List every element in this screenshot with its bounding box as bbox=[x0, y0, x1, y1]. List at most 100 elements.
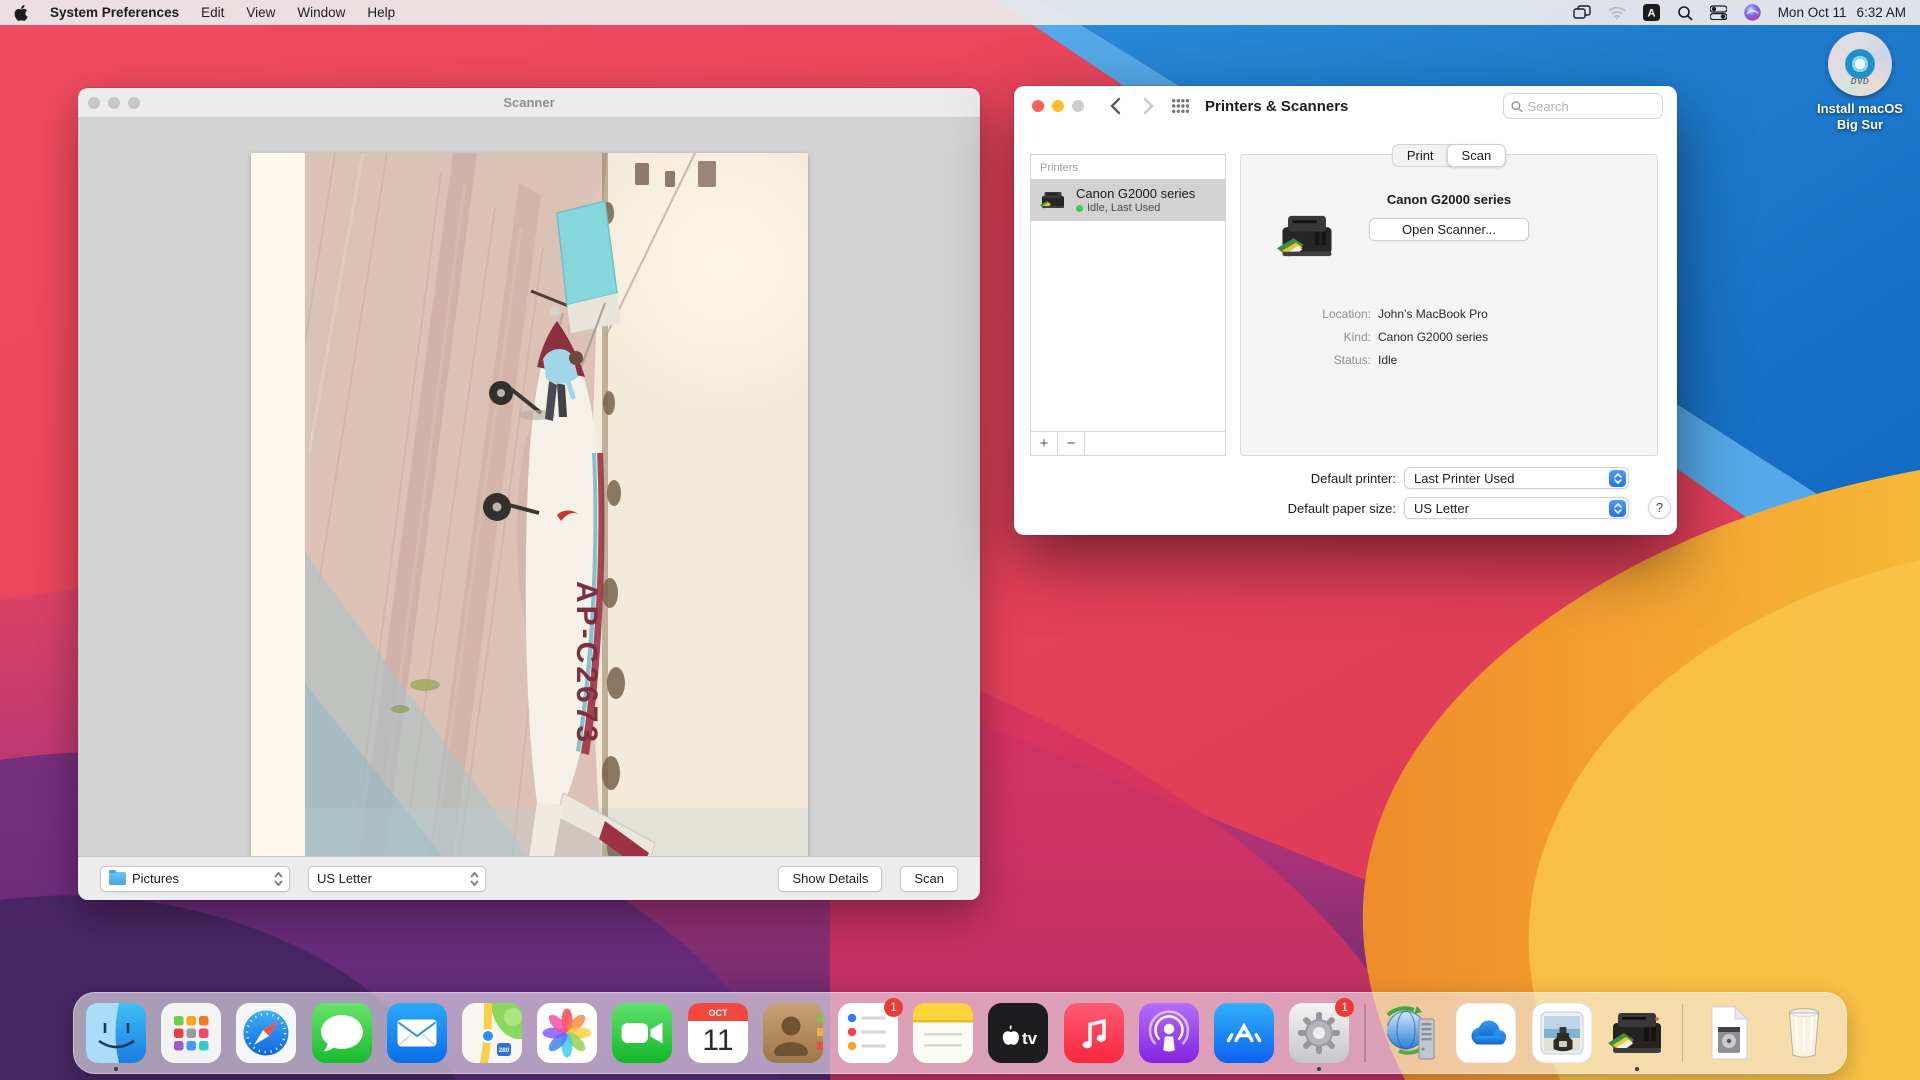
printer-name: Canon G2000 series bbox=[1076, 186, 1195, 201]
zoom-button[interactable] bbox=[128, 97, 140, 109]
spotlight-icon[interactable] bbox=[1677, 0, 1693, 25]
dock-notes-icon[interactable] bbox=[913, 1003, 973, 1063]
displays-icon[interactable] bbox=[1573, 0, 1591, 25]
siri-icon[interactable] bbox=[1744, 0, 1761, 25]
search-field[interactable] bbox=[1503, 93, 1663, 119]
dock-contacts-icon[interactable] bbox=[763, 1003, 823, 1063]
add-printer-button[interactable]: + bbox=[1031, 432, 1058, 455]
search-input[interactable] bbox=[1528, 99, 1655, 114]
dock-appstore-icon[interactable] bbox=[1214, 1003, 1274, 1063]
status-label: Status: bbox=[1241, 353, 1371, 367]
svg-text:tv: tv bbox=[1022, 1029, 1038, 1048]
printer-status: Idle, Last Used bbox=[1087, 202, 1160, 214]
menu-window[interactable]: Window bbox=[297, 5, 345, 20]
scanned-page: AP-C2673 bbox=[251, 153, 808, 856]
apple-menu-icon[interactable] bbox=[14, 0, 28, 25]
dock-mail-icon[interactable] bbox=[387, 1003, 447, 1063]
dock-netserver-icon[interactable] bbox=[1381, 1003, 1441, 1063]
dock-divider bbox=[1364, 1004, 1366, 1062]
paper-size-value: US Letter bbox=[317, 871, 470, 886]
forward-button[interactable] bbox=[1143, 97, 1154, 115]
dock-trash-icon[interactable] bbox=[1774, 1003, 1834, 1063]
aircraft-registration: AP-C2673 bbox=[570, 581, 603, 745]
dock-maps-icon[interactable]: 280 bbox=[462, 1003, 522, 1063]
scan-destination-select[interactable]: Pictures bbox=[100, 866, 290, 892]
dock-appletv-icon[interactable]: tv bbox=[988, 1003, 1048, 1063]
back-button[interactable] bbox=[1110, 97, 1121, 115]
tab-scan[interactable]: Scan bbox=[1447, 144, 1507, 167]
scanned-photo: AP-C2673 bbox=[305, 153, 808, 856]
menu-edit[interactable]: Edit bbox=[201, 5, 224, 20]
dock-calendar-icon[interactable]: OCT 11 bbox=[688, 1003, 748, 1063]
open-scanner-button[interactable]: Open Scanner... bbox=[1369, 218, 1529, 241]
dock-photos-icon[interactable] bbox=[537, 1003, 597, 1063]
control-center-icon[interactable] bbox=[1710, 0, 1727, 25]
close-button[interactable] bbox=[1032, 100, 1044, 112]
printer-icon bbox=[1037, 187, 1069, 213]
dock-scanutility-icon[interactable] bbox=[1532, 1003, 1592, 1063]
menu-bar: System Preferences Edit View Window Help… bbox=[0, 0, 1920, 25]
scan-button[interactable]: Scan bbox=[900, 866, 958, 892]
dock-facetime-icon[interactable] bbox=[612, 1003, 672, 1063]
location-value: John’s MacBook Pro bbox=[1378, 307, 1488, 321]
printers-scanners-window: Printers & Scanners Printers Canon G2000 bbox=[1014, 86, 1677, 535]
default-paper-size-select[interactable]: US Letter bbox=[1404, 497, 1629, 519]
dock-reminders-icon[interactable]: 1 bbox=[838, 1003, 898, 1063]
close-button[interactable] bbox=[88, 97, 100, 109]
dock-music-icon[interactable] bbox=[1064, 1003, 1124, 1063]
running-indicator bbox=[114, 1067, 118, 1071]
stepper-icon bbox=[470, 871, 479, 887]
dock-canonprinter-icon[interactable] bbox=[1607, 1003, 1667, 1063]
dock-messages-icon[interactable] bbox=[312, 1003, 372, 1063]
zoom-button[interactable] bbox=[1072, 100, 1084, 112]
dock-launchpad-icon[interactable] bbox=[161, 1003, 221, 1063]
dock-finder-icon[interactable] bbox=[86, 1003, 146, 1063]
scanner-titlebar[interactable]: Scanner bbox=[78, 88, 980, 118]
status-dot-icon bbox=[1076, 205, 1083, 212]
status-value: Idle bbox=[1378, 353, 1397, 367]
printer-list-item[interactable]: Canon G2000 series Idle, Last Used bbox=[1031, 179, 1225, 221]
dvd-label: DVD bbox=[1828, 77, 1892, 86]
install-macos-desktop-icon[interactable]: DVD Install macOS Big Sur bbox=[1812, 32, 1908, 134]
dock: 280 OCT 11 1 tv 1 bbox=[73, 992, 1847, 1074]
desktop: System Preferences Edit View Window Help… bbox=[0, 0, 1920, 1080]
menu-view[interactable]: View bbox=[246, 5, 275, 20]
notification-badge: 1 bbox=[884, 998, 903, 1017]
dock-safari-icon[interactable] bbox=[236, 1003, 296, 1063]
minimize-button[interactable] bbox=[1052, 100, 1064, 112]
dock-sysprefs-icon[interactable]: 1 bbox=[1289, 1003, 1349, 1063]
notification-badge: 1 bbox=[1335, 998, 1354, 1017]
paper-size-select[interactable]: US Letter bbox=[308, 866, 486, 892]
menu-help[interactable]: Help bbox=[367, 5, 395, 20]
show-all-grid-icon[interactable] bbox=[1172, 99, 1189, 113]
svg-text:OCT: OCT bbox=[708, 1008, 728, 1018]
scan-destination-value: Pictures bbox=[132, 871, 274, 886]
dock-diskimage-icon[interactable] bbox=[1699, 1003, 1759, 1063]
printer-list-actions: + − bbox=[1031, 431, 1225, 455]
default-printer-value: Last Printer Used bbox=[1414, 471, 1609, 486]
prefs-titlebar[interactable]: Printers & Scanners bbox=[1014, 86, 1677, 126]
dock-podcasts-icon[interactable] bbox=[1139, 1003, 1199, 1063]
printer-list: Printers Canon G2000 series Idle, Last U… bbox=[1030, 154, 1226, 456]
default-printer-select[interactable]: Last Printer Used bbox=[1404, 467, 1629, 489]
tab-print[interactable]: Print bbox=[1393, 145, 1448, 166]
menu-app-name[interactable]: System Preferences bbox=[50, 5, 179, 20]
remove-printer-button[interactable]: − bbox=[1058, 432, 1085, 455]
default-paper-size-value: US Letter bbox=[1414, 501, 1609, 516]
dock-onedrive-icon[interactable] bbox=[1456, 1003, 1516, 1063]
svg-text:280: 280 bbox=[499, 1047, 510, 1054]
menu-clock[interactable]: Mon Oct 11 6:32 AM bbox=[1778, 5, 1906, 20]
window-title: Scanner bbox=[78, 95, 980, 110]
wifi-icon[interactable] bbox=[1608, 0, 1626, 25]
input-source-icon[interactable]: A bbox=[1643, 0, 1660, 25]
kind-value: Canon G2000 series bbox=[1378, 330, 1488, 344]
stepper-icon bbox=[1609, 470, 1626, 487]
minimize-button[interactable] bbox=[108, 97, 120, 109]
search-icon bbox=[1511, 100, 1523, 113]
help-button[interactable]: ? bbox=[1648, 496, 1671, 519]
show-details-button[interactable]: Show Details bbox=[778, 866, 882, 892]
scanner-window: Scanner bbox=[78, 88, 980, 900]
printer-info: Location:John’s MacBook Pro Kind:Canon G… bbox=[1241, 307, 1657, 367]
running-indicator bbox=[1635, 1067, 1639, 1071]
stepper-icon bbox=[274, 871, 283, 887]
